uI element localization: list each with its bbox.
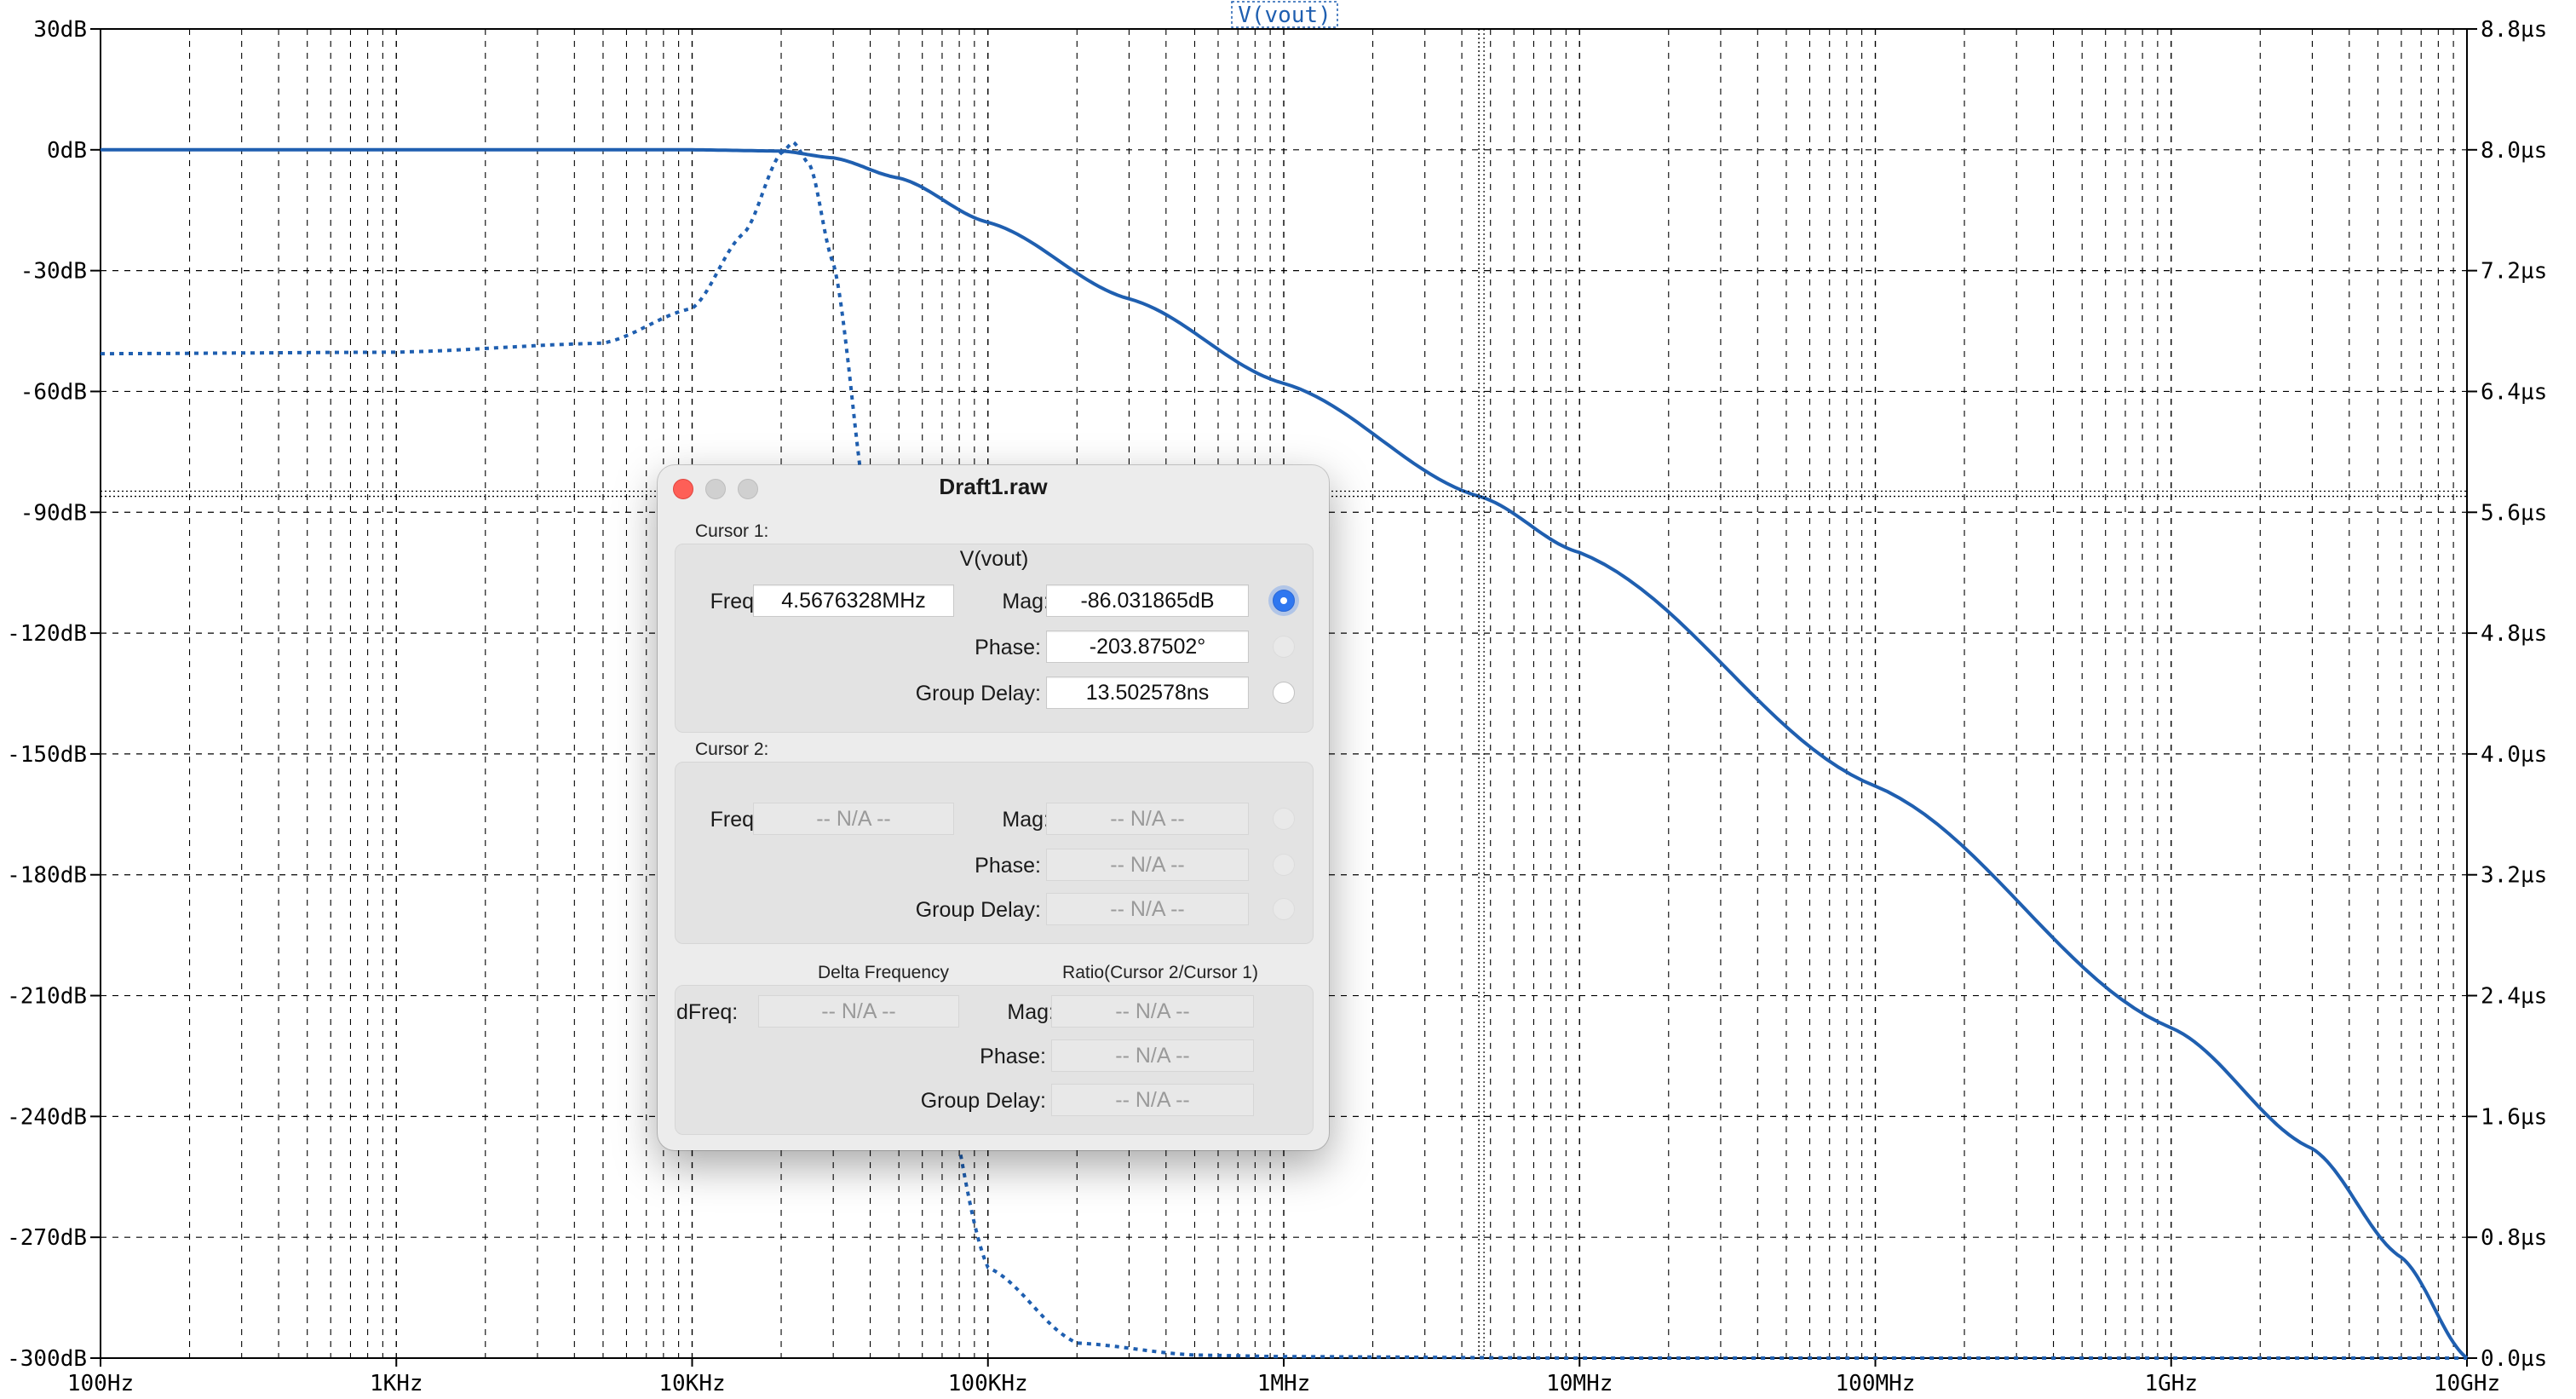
x-tick-label: 1KHz [370,1371,423,1396]
ratio-phase-field[interactable]: -- N/A -- [1051,1039,1254,1072]
right-tick-label: 1.6µs [2481,1104,2547,1130]
ratio-gd-field[interactable]: -- N/A -- [1051,1084,1254,1116]
dialog-title: Draft1.raw [939,474,1048,499]
x-tick-label: 100MHz [1836,1371,1916,1396]
dfreq-field[interactable]: -- N/A -- [758,995,959,1028]
left-tick-label: -270dB [7,1225,87,1251]
ratio-mag-field[interactable]: -- N/A -- [1051,995,1254,1028]
left-tick-label: -240dB [7,1104,87,1130]
cursor2-phase-radio[interactable] [1273,854,1295,876]
cursor1-gd-label: Group Delay: [915,682,1041,705]
left-tick-label: -180dB [7,863,87,889]
right-tick-label: 2.4µs [2481,984,2547,1010]
cursor2-freq-field[interactable]: -- N/A -- [753,803,954,835]
dialog-titlebar[interactable]: Draft1.raw [658,465,1329,513]
cursor1-label: Cursor 1: [695,521,769,541]
x-tick-label: 10MHz [1546,1371,1613,1396]
cursor1-phase-label: Phase: [975,636,1041,659]
cursor2-mag-radio[interactable] [1273,808,1295,830]
right-tick-label: 8.0µs [2481,138,2547,164]
cursor2-gd-radio[interactable] [1273,898,1295,920]
cursor1-gd-field[interactable]: 13.502578ns [1046,676,1249,709]
right-tick-label: 4.0µs [2481,742,2547,768]
right-tick-label: 4.8µs [2481,621,2547,647]
x-tick-label: 100KHz [948,1371,1028,1396]
x-tick-label: 1MHz [1257,1371,1311,1396]
right-tick-label: 8.8µs [2481,17,2547,43]
cursor1-freq-field[interactable]: 4.5676328MHz [753,584,954,617]
cursor1-trace-name: V(vout) [959,547,1029,571]
ratio-gd-label: Group Delay: [920,1089,1046,1113]
cursor1-gd-radio[interactable] [1273,682,1295,704]
x-tick-label: 10GHz [2434,1371,2500,1396]
cursor2-gd-label: Group Delay: [915,898,1041,922]
left-tick-label: -30dB [20,259,87,285]
left-tick-label: -90dB [20,500,87,526]
left-tick-label: 30dB [33,17,87,43]
right-tick-label: 0.8µs [2481,1225,2547,1251]
right-tick-label: 0.0µs [2481,1346,2547,1372]
x-tick-label: 1GHz [2144,1371,2198,1396]
left-tick-label: -60dB [20,379,87,405]
right-tick-label: 7.2µs [2481,259,2547,285]
cursor1-mag-field[interactable]: -86.031865dB [1046,584,1249,617]
x-tick-label: 100Hz [67,1371,134,1396]
ratio-phase-label: Phase: [980,1045,1046,1068]
cursor2-freq-label: Freq: [710,808,760,832]
cursor2-gd-field[interactable]: -- N/A -- [1046,893,1249,925]
right-tick-label: 3.2µs [2481,863,2547,889]
right-tick-label: 5.6µs [2481,500,2547,526]
right-tick-label: 6.4µs [2481,379,2547,405]
cursor2-label: Cursor 2: [695,740,769,759]
ratio-header: Ratio(Cursor 2/Cursor 1) [1062,963,1258,982]
left-tick-label: -210dB [7,984,87,1010]
cursor1-mag-label: Mag: [1002,590,1049,613]
cursor1-freq-label: Freq: [710,590,760,613]
left-tick-label: -120dB [7,621,87,647]
trace-title[interactable]: V(vout) [1238,3,1331,28]
delta-frequency-header: Delta Frequency [817,963,950,982]
cursor1-mag-radio[interactable] [1273,590,1295,612]
cursor2-mag-label: Mag: [1002,808,1049,832]
ratio-mag-label: Mag: [1007,1000,1055,1024]
trace-title-box[interactable]: V(vout) [1231,1,1338,28]
dfreq-label: dFreq: [676,1000,739,1024]
cursor2-phase-field[interactable]: -- N/A -- [1046,849,1249,881]
left-tick-label: -150dB [7,742,87,768]
cursor2-mag-field[interactable]: -- N/A -- [1046,803,1249,835]
x-tick-label: 10KHz [658,1371,725,1396]
cursor2-phase-label: Phase: [975,854,1041,878]
left-tick-label: -300dB [7,1346,87,1372]
left-tick-label: 0dB [47,138,87,164]
cursor1-phase-radio[interactable] [1273,636,1295,658]
cursor-dialog: Draft1.raw Cursor 1: V(vout) Freq: 4.567… [658,465,1329,1150]
cursor1-phase-field[interactable]: -203.87502° [1046,630,1249,663]
